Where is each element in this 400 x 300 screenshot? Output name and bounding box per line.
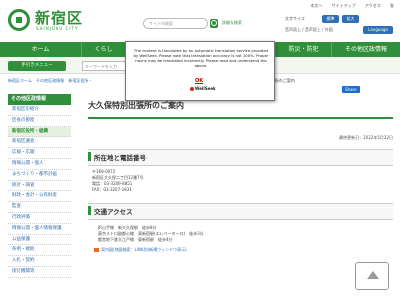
dialog-ok-button[interactable]: OK <box>195 78 203 84</box>
map-link-text[interactable]: 案内図(地図検索：LINK別(新規ウィンドウ表示) <box>101 247 187 252</box>
text-size-normal-button[interactable]: 標準 <box>322 15 339 23</box>
site-header: 新宿区 SHINJUKU CITY サイト内検索 詳細な検索 本文へ サイトマッ… <box>0 0 400 42</box>
sidebar-item[interactable]: 街灯機関等 <box>8 267 71 278</box>
sidebar: その他区政情報 新宿区の紹介 区長の部屋 新宿区役所・組織 新宿区議会 広報・広… <box>8 94 71 278</box>
section-heading-access: 交通アクセス <box>88 203 393 220</box>
nav-home[interactable]: ホーム <box>0 42 82 57</box>
translation-notice-dialog: The content is translated by an automati… <box>125 41 275 101</box>
breadcrumb-item[interactable]: 新宿区役所・ <box>68 78 92 83</box>
section-heading-address: 所在地と電話番号 <box>88 149 393 166</box>
last-updated: 最終更新日：2022年5月22日 <box>339 135 393 140</box>
sidebar-item[interactable]: 統計・調査 <box>8 181 71 192</box>
toplink-item[interactable]: サイトマップ <box>332 3 356 8</box>
sidebar-item[interactable]: 新宿区議会 <box>8 137 71 149</box>
language-button[interactable]: Language <box>363 26 393 34</box>
main-content: 大久保特別出張所のご案内 最終更新日：2022年5月22日 所在地と電話番号 〒… <box>88 100 393 253</box>
address-info: 〒169-0072 新宿区大久保二丁目12番7号 電話：03-3209-8851… <box>88 169 393 193</box>
text-size-label: 文字サイズ <box>285 16 305 21</box>
section-heading-text: 交通アクセス <box>94 208 133 216</box>
sidebar-item[interactable]: 公益保護 <box>8 235 71 246</box>
dialog-brand: WellSeek <box>190 86 216 91</box>
toplink-item[interactable]: 各 <box>390 3 394 8</box>
brand-logo-icon <box>190 86 194 91</box>
toplink-item[interactable]: アクセス <box>365 3 381 8</box>
logo-subtext: SHINJUKU CITY <box>36 26 79 31</box>
tebiki-menu-button[interactable]: 手引きメニュー <box>8 61 66 71</box>
sidebar-item[interactable]: まちづくり・都市計画 <box>8 170 71 181</box>
sidebar-item[interactable]: 新宿区の紹介 <box>8 105 71 116</box>
sidebar-item[interactable]: 財政・会計・公有財産 <box>8 191 71 203</box>
sidebar-item[interactable]: 条例・規則 <box>8 245 71 257</box>
dialog-message: The content is translated by an automati… <box>133 48 269 68</box>
address-line: FAX：03-3207-1831 <box>92 187 132 192</box>
breadcrumb-item[interactable]: 新宿区ホーム <box>8 78 32 83</box>
text-size-large-button[interactable]: 拡大 <box>342 15 359 23</box>
sidebar-item[interactable]: 情報公開・個人 <box>8 159 71 170</box>
nav-bousai[interactable]: 防災・防犯 <box>276 42 332 57</box>
breadcrumb-item[interactable]: その他区政情報 <box>36 78 64 83</box>
search-icon[interactable] <box>210 19 218 28</box>
sidebar-item[interactable]: 入札・契約 <box>8 256 71 267</box>
nav-kurashi[interactable]: くらし <box>82 42 126 57</box>
map-link[interactable]: 案内図(地図検索：LINK別(新規ウィンドウ表示) <box>88 247 393 253</box>
voice-links[interactable]: 音声読上 / 音声読上 / 外国 <box>285 27 333 33</box>
scroll-to-top-button[interactable] <box>355 262 389 290</box>
advanced-search-link[interactable]: 詳細な検索 <box>222 20 242 26</box>
dialog-brand-text: WellSeek <box>195 86 216 91</box>
logo-text: 新宿区 <box>35 9 84 27</box>
access-info: JR山手線 新大久保駅 徒歩8分 東京メトロ副都心線 東新宿駅(エレベーター口)… <box>88 225 393 243</box>
access-line: 都営地下鉄大江戸線 東新宿駅 徒歩4分 <box>98 237 173 242</box>
sidebar-heading: その他区政情報 <box>8 94 71 105</box>
site-logo[interactable]: 新宿区 SHINJUKU CITY <box>8 7 108 37</box>
logo-emblem-icon <box>8 9 30 31</box>
sidebar-item-active[interactable]: 新宿区役所・組織 <box>8 126 71 138</box>
sidebar-item[interactable]: 行政評価 <box>8 213 71 224</box>
share-button[interactable]: Share <box>342 86 360 93</box>
sidebar-item[interactable]: 情報公開・個人情報保護 <box>8 224 71 235</box>
page-title: 大久保特別出張所のご案内 <box>88 100 393 119</box>
sidebar-item[interactable]: 監査 <box>8 202 71 213</box>
map-icon <box>94 248 99 252</box>
toplink-item[interactable]: 本文へ <box>310 3 322 8</box>
top-links: 本文へ サイトマップ アクセス 各 <box>302 3 394 9</box>
search-input[interactable]: サイト内検索 <box>143 18 208 29</box>
sidebar-item[interactable]: 区長の部屋 <box>8 116 71 127</box>
sidebar-item[interactable]: 広報・広聴 <box>8 148 71 159</box>
section-heading-text: 所在地と電話番号 <box>94 154 146 162</box>
nav-other-info[interactable]: その他区政情報 <box>332 42 400 57</box>
